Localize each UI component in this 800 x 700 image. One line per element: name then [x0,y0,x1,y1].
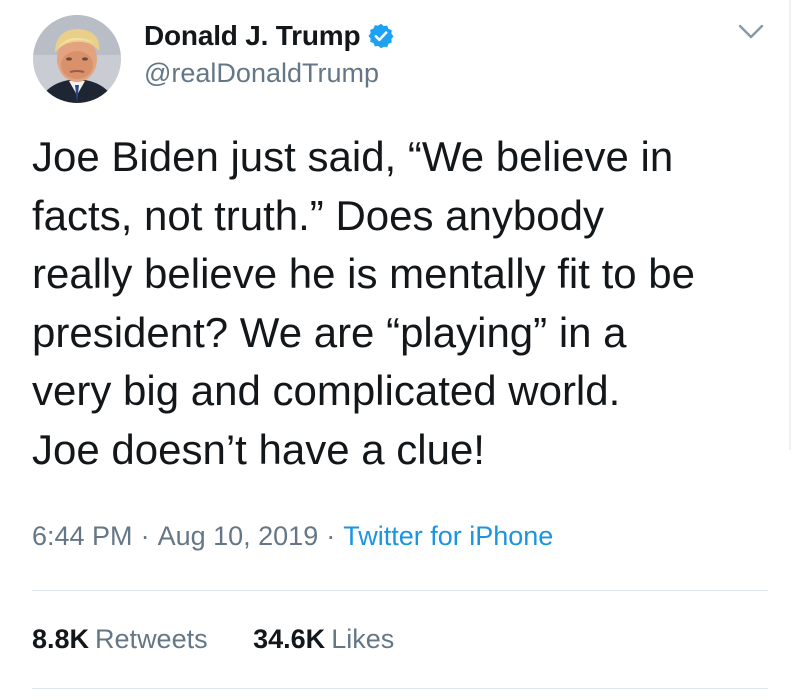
tweet-time[interactable]: 6:44 PM [32,521,133,551]
likes-label: Likes [331,624,395,654]
tweet-stats: 8.8K Retweets 34.6K Likes [32,624,394,655]
tweet-date[interactable]: Aug 10, 2019 [158,521,319,551]
tweet-text-line: really believe he is mentally fit to be [32,250,695,297]
avatar-image [33,15,121,103]
author-display-name[interactable]: Donald J. Trump [144,20,361,52]
author-name-row: Donald J. Trump [144,18,395,54]
tweet-text-line: Joe doesn’t have a clue! [32,425,485,473]
likes-count: 34.6K [253,624,326,654]
tweet-text: Joe Biden just said, “We believe in fact… [32,128,782,479]
retweets-count: 8.8K [32,624,90,654]
divider [32,688,768,689]
tweet-text-line: very big and complicated world. [32,367,621,414]
divider [32,590,768,591]
tweet-card: Donald J. Trump @realDonaldTrump Joe Bid… [0,0,800,700]
tweet-source-link[interactable]: Twitter for iPhone [343,521,553,551]
likes-stat[interactable]: 34.6K Likes [253,624,394,655]
avatar[interactable] [33,15,121,103]
tweet-text-line: facts, not truth.” Does anybody [32,191,604,239]
scroll-edge [789,0,791,450]
retweets-label: Retweets [95,624,208,654]
tweet-text-line: Joe Biden just said, “We believe in [32,133,674,180]
tweet-text-line: president? We are “playing” in a [32,308,627,356]
chevron-down-icon[interactable] [736,22,766,42]
meta-separator: · [140,521,150,551]
author-handle[interactable]: @realDonaldTrump [144,58,379,89]
meta-separator: · [326,521,336,551]
verified-badge-icon [367,22,395,50]
retweets-stat[interactable]: 8.8K Retweets [32,624,208,655]
tweet-meta: 6:44 PM · Aug 10, 2019 · Twitter for iPhone [32,521,553,552]
